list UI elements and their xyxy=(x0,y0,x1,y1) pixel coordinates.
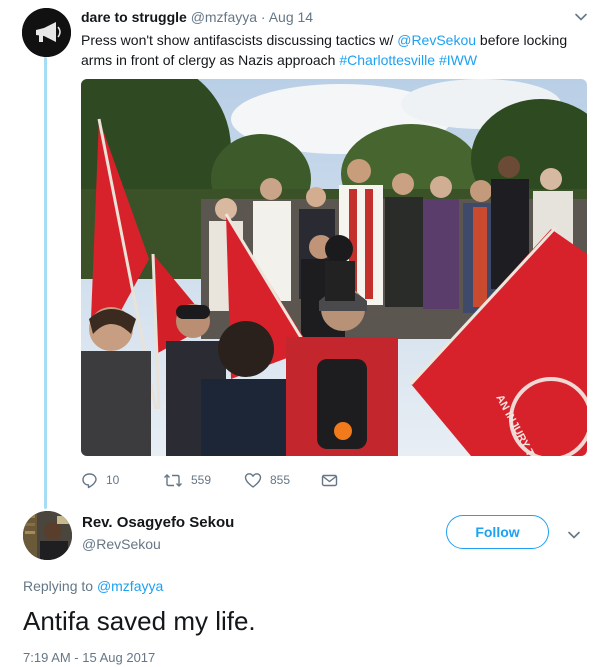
heart-icon xyxy=(244,472,262,488)
mention-link[interactable]: @RevSekou xyxy=(397,32,476,48)
follow-button[interactable]: Follow xyxy=(446,515,549,549)
tweet-date[interactable]: Aug 14 xyxy=(269,9,313,25)
retweet-icon xyxy=(164,473,182,487)
megaphone-icon xyxy=(22,8,71,57)
hashtag-link[interactable]: #Charlottesville xyxy=(339,52,435,68)
thread-connector xyxy=(44,57,47,509)
chevron-down-icon[interactable] xyxy=(567,528,581,542)
reply-icon xyxy=(82,472,97,488)
profile-photo xyxy=(23,511,72,560)
reply-count: 10 xyxy=(106,473,120,487)
dm-action[interactable] xyxy=(321,470,338,490)
retweet-action[interactable]: 559 xyxy=(163,470,211,490)
mention-link[interactable]: @mzfayya xyxy=(97,578,163,594)
hashtag-link[interactable]: #IWW xyxy=(439,52,477,68)
display-name[interactable]: dare to struggle xyxy=(81,9,187,25)
envelope-icon xyxy=(321,474,338,486)
replying-to: Replying to @mzfayya xyxy=(23,578,163,594)
avatar[interactable] xyxy=(22,8,71,57)
display-name[interactable]: Rev. Osagyefo Sekou xyxy=(82,514,234,531)
tweet-timestamp[interactable]: 7:19 AM - 15 Aug 2017 xyxy=(23,650,155,665)
tweet-header: dare to struggle @mzfayya · Aug 14 xyxy=(81,9,313,25)
reply-action[interactable]: 10 xyxy=(81,470,119,490)
like-count: 855 xyxy=(270,473,291,487)
tweet-text: Press won't show antifascists discussing… xyxy=(81,30,581,70)
user-handle[interactable]: @mzfayya xyxy=(191,9,257,25)
tweet-text-part: Press won't show antifascists discussing… xyxy=(81,32,398,48)
chevron-down-icon[interactable] xyxy=(574,10,588,24)
tweet-text: Antifa saved my life. xyxy=(23,606,256,636)
user-handle[interactable]: @RevSekou xyxy=(82,536,161,552)
like-action[interactable]: 855 xyxy=(244,470,290,490)
avatar[interactable] xyxy=(23,511,72,560)
retweet-count: 559 xyxy=(191,473,212,487)
protest-photo-illustration: AN INJURY TO xyxy=(81,79,587,456)
separator: · xyxy=(260,9,266,25)
replying-prefix: Replying to xyxy=(23,578,97,594)
tweet-photo[interactable]: AN INJURY TO xyxy=(81,79,587,456)
